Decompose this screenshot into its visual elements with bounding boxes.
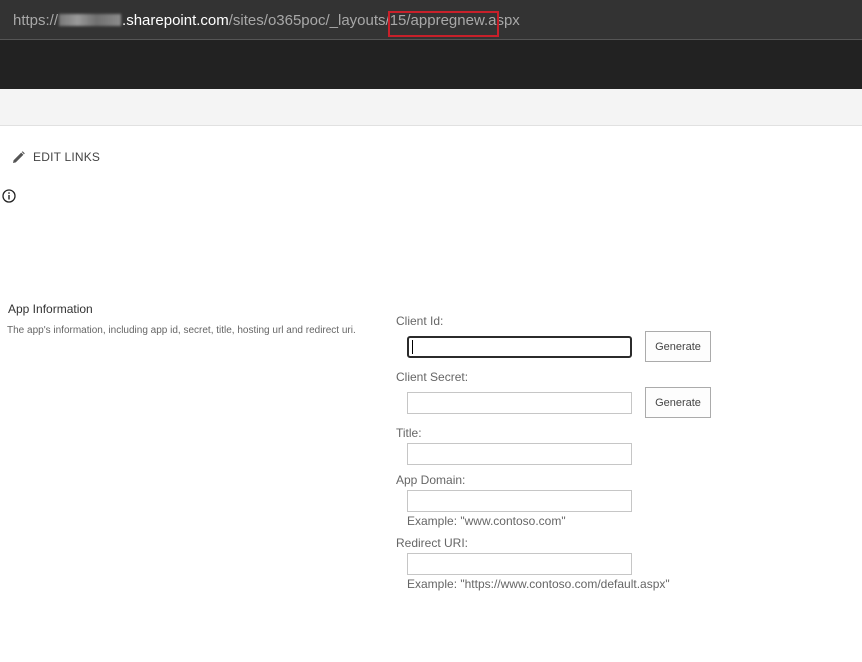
app-domain-example: Example: "www.contoso.com" bbox=[407, 514, 566, 528]
app-domain-input[interactable] bbox=[407, 490, 632, 512]
page: https:// .sharepoint.com/sites/o365poc/_l… bbox=[0, 0, 862, 662]
url-highlight-box bbox=[388, 11, 499, 37]
redirect-uri-example: Example: "https://www.contoso.com/defaul… bbox=[407, 577, 670, 591]
app-domain-label: App Domain: bbox=[396, 473, 466, 487]
redirect-uri-input[interactable] bbox=[407, 553, 632, 575]
edit-links-button[interactable]: EDIT LINKS bbox=[12, 150, 100, 164]
generate-client-id-button[interactable]: Generate bbox=[645, 331, 711, 362]
client-id-label: Client Id: bbox=[396, 314, 444, 328]
url-prefix: https:// bbox=[13, 12, 59, 29]
suite-bar bbox=[0, 40, 862, 89]
ribbon-bar bbox=[0, 89, 862, 126]
url-domain: .sharepoint.com bbox=[122, 12, 229, 29]
pencil-icon bbox=[13, 150, 25, 163]
section-description: The app's information, including app id,… bbox=[7, 325, 356, 336]
client-id-input[interactable] bbox=[407, 336, 632, 358]
redirect-uri-label: Redirect URI: bbox=[396, 536, 469, 550]
edit-links-label: EDIT LINKS bbox=[33, 150, 101, 164]
title-input[interactable] bbox=[407, 443, 632, 465]
browser-address-bar[interactable]: https:// .sharepoint.com/sites/o365poc/_l… bbox=[0, 0, 862, 40]
info-icon[interactable] bbox=[2, 189, 16, 203]
url-path: /sites/o365poc/_layouts/15 bbox=[228, 12, 407, 29]
url-redacted bbox=[59, 14, 122, 26]
client-secret-label: Client Secret: bbox=[396, 370, 469, 384]
client-secret-input[interactable] bbox=[407, 392, 632, 414]
section-title: App Information bbox=[8, 302, 93, 316]
generate-client-secret-button[interactable]: Generate bbox=[645, 387, 711, 418]
title-label: Title: bbox=[396, 426, 422, 440]
text-caret bbox=[412, 340, 413, 354]
